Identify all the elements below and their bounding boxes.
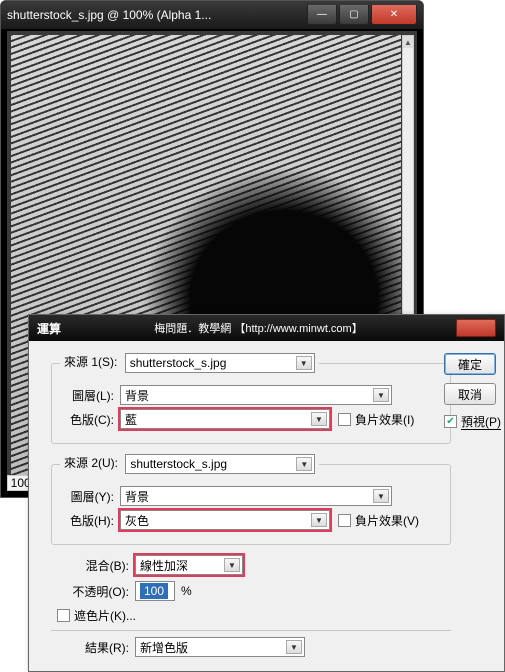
chevron-down-icon: ▼ xyxy=(286,640,302,654)
source2-layer-select[interactable]: 背景 ▼ xyxy=(120,486,392,506)
mask-checkbox[interactable] xyxy=(57,609,70,622)
source1-channel-select[interactable]: 藍 ▼ xyxy=(120,409,330,429)
dialog-credit: 梅問題．教學網 【http://www.minwt.com】 xyxy=(61,320,456,336)
source1-file-value: shutterstock_s.jpg xyxy=(130,356,227,370)
chevron-down-icon: ▼ xyxy=(296,356,312,370)
scroll-up-arrow-icon[interactable]: ▲ xyxy=(403,36,413,48)
blend-select[interactable]: 線性加深 ▼ xyxy=(135,555,243,575)
blend-value: 線性加深 xyxy=(140,557,188,574)
dialog-close-button[interactable] xyxy=(456,319,496,337)
result-value: 新增色版 xyxy=(140,639,188,656)
maximize-button[interactable]: ▢ xyxy=(339,5,369,25)
dialog-title: 運算 xyxy=(37,320,61,337)
opacity-input[interactable]: 100 xyxy=(135,581,175,601)
opacity-label: 不透明(O): xyxy=(57,583,135,600)
source1-channel-value: 藍 xyxy=(125,411,137,428)
source2-invert-checkbox[interactable] xyxy=(338,514,351,527)
cancel-button[interactable]: 取消 xyxy=(444,383,496,405)
source2-group: 來源 2(U): shutterstock_s.jpg ▼ 圖層(Y): 背景 … xyxy=(51,454,451,545)
chevron-down-icon: ▼ xyxy=(224,558,240,572)
source2-channel-label: 色版(H): xyxy=(60,512,120,529)
opacity-unit: % xyxy=(181,584,192,598)
source1-layer-select[interactable]: 背景 ▼ xyxy=(120,385,392,405)
source1-layer-value: 背景 xyxy=(125,387,149,404)
source2-invert-label: 負片效果(V) xyxy=(355,512,419,529)
source2-legend: 來源 2(U): shutterstock_s.jpg ▼ xyxy=(60,454,319,474)
mask-label: 遮色片(K)... xyxy=(74,607,136,624)
source1-layer-label: 圖層(L): xyxy=(60,387,120,404)
close-button[interactable]: ✕ xyxy=(371,5,417,25)
source1-group: 來源 1(S): shutterstock_s.jpg ▼ 圖層(L): 背景 … xyxy=(51,353,451,444)
source1-channel-label: 色版(C): xyxy=(60,411,120,428)
result-label: 結果(R): xyxy=(75,639,135,656)
calculations-dialog: 運算 梅問題．教學網 【http://www.minwt.com】 來源 1(S… xyxy=(28,314,505,672)
source1-legend: 來源 1(S): shutterstock_s.jpg ▼ xyxy=(60,353,319,373)
source2-layer-label: 圖層(Y): xyxy=(60,488,120,505)
source2-channel-value: 灰色 xyxy=(125,512,149,529)
preview-checkbox[interactable]: ✔ xyxy=(444,415,457,428)
ok-button[interactable]: 確定 xyxy=(444,353,496,375)
dialog-titlebar[interactable]: 運算 梅問題．教學網 【http://www.minwt.com】 xyxy=(29,315,504,341)
opacity-value: 100 xyxy=(140,583,168,599)
minimize-button[interactable]: — xyxy=(307,5,337,25)
source1-invert-label: 負片效果(I) xyxy=(355,411,414,428)
result-select[interactable]: 新增色版 ▼ xyxy=(135,637,305,657)
chevron-down-icon: ▼ xyxy=(311,412,327,426)
chevron-down-icon: ▼ xyxy=(373,489,389,503)
source2-channel-select[interactable]: 灰色 ▼ xyxy=(120,510,330,530)
image-window-titlebar[interactable]: shutterstock_s.jpg @ 100% (Alpha 1... — … xyxy=(1,1,423,29)
source1-invert-checkbox[interactable] xyxy=(338,413,351,426)
chevron-down-icon: ▼ xyxy=(296,457,312,471)
separator xyxy=(51,630,451,631)
source2-file-value: shutterstock_s.jpg xyxy=(130,457,227,471)
blend-label: 混合(B): xyxy=(75,557,135,574)
preview-label: 預視(P) xyxy=(461,413,501,430)
chevron-down-icon: ▼ xyxy=(311,513,327,527)
source1-file-select[interactable]: shutterstock_s.jpg ▼ xyxy=(125,353,315,373)
source2-layer-value: 背景 xyxy=(125,488,149,505)
source2-file-select[interactable]: shutterstock_s.jpg ▼ xyxy=(125,454,315,474)
image-window-title: shutterstock_s.jpg @ 100% (Alpha 1... xyxy=(7,8,307,22)
chevron-down-icon: ▼ xyxy=(373,388,389,402)
